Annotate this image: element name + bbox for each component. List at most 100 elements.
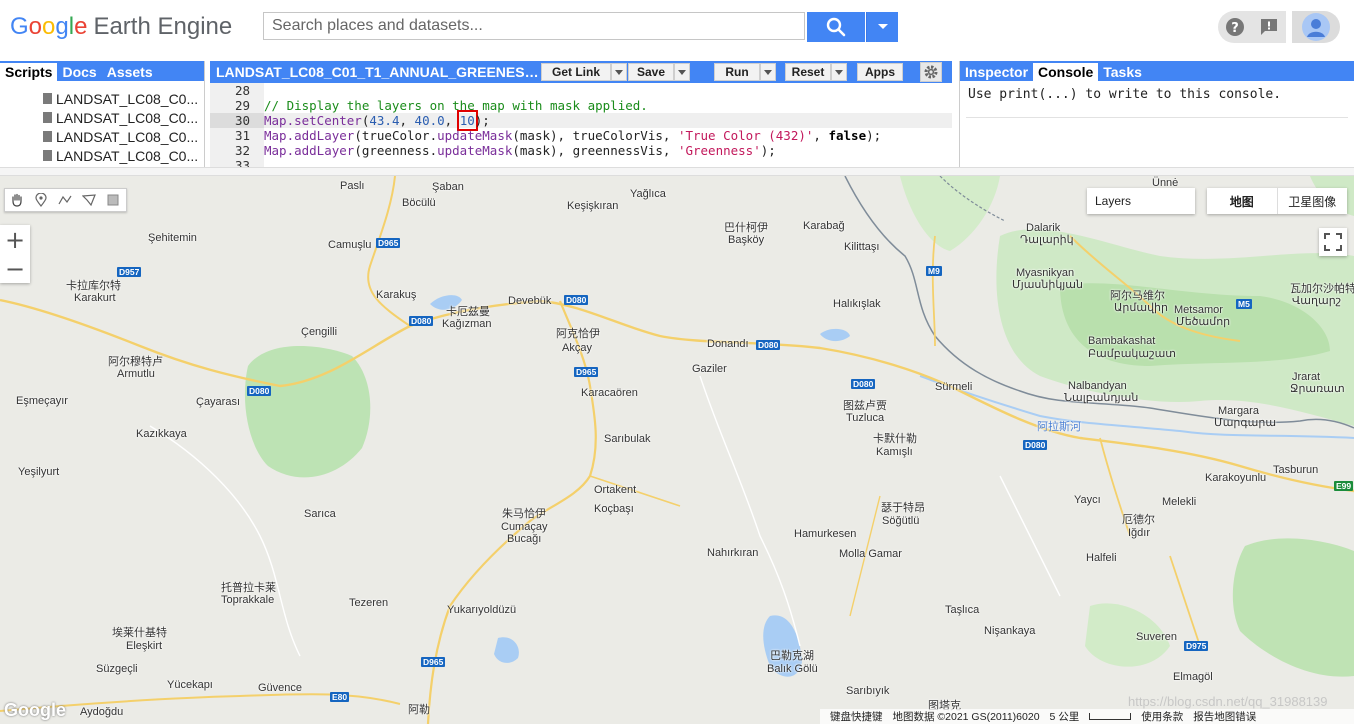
road-shield: D080 (1023, 440, 1048, 450)
code-token: , (399, 113, 415, 128)
place-label: Süzgeçli (96, 663, 138, 675)
code-line[interactable]: 31 Map.addLayer (trueColor. updateMask (mask… (210, 128, 952, 143)
tab-scripts[interactable]: Scripts (0, 63, 58, 81)
rectangle-tool-button[interactable] (101, 189, 125, 211)
place-label: Eşmeçayır (16, 395, 68, 407)
code-line[interactable]: 29// Display the layers on the map with … (210, 98, 952, 113)
search-button[interactable] (807, 12, 865, 42)
zoom-control: + − (0, 225, 30, 283)
place-label: Բամբակաշատ (1088, 348, 1177, 360)
search-dropdown-button[interactable] (866, 12, 898, 42)
place-label: Karakurt (74, 292, 116, 304)
code-token: 'Greenness' (677, 143, 761, 158)
polygon-tool-button[interactable] (77, 189, 101, 211)
place-label: Sarıca (304, 508, 336, 520)
terms-link[interactable]: 使用条款 (1141, 709, 1183, 724)
code-token: ); (866, 128, 882, 143)
script-item[interactable]: LANDSAT_LC08_C0... (0, 146, 203, 165)
road-shield: E80 (330, 692, 350, 702)
place-label: Aydoğdu (80, 706, 124, 718)
road-shield: E99 (1334, 481, 1354, 491)
place-label: Nişankaya (984, 625, 1036, 637)
logo-letter: e (74, 13, 88, 40)
keyboard-shortcuts-link[interactable]: 键盘快捷键 (830, 709, 883, 724)
chevron-down-icon (877, 24, 888, 29)
code-line[interactable]: 28 (210, 83, 952, 98)
line-tool-button[interactable] (53, 189, 77, 211)
green-area (1232, 538, 1354, 677)
save-button[interactable]: Save (628, 63, 674, 81)
place-label: Camuşlu (328, 239, 372, 251)
code-line[interactable]: 30 Map.setCenter(43.4, 40.0, 10); (210, 110, 952, 131)
place-label: Halfeli (1086, 552, 1117, 564)
place-label: Hamurkesen (794, 528, 857, 540)
tab-console[interactable]: Console (1033, 63, 1099, 81)
reset-dropdown[interactable] (831, 63, 847, 81)
report-error-link[interactable]: 报告地图错误 (1193, 709, 1256, 724)
feedback-button[interactable] (1252, 11, 1286, 43)
script-item[interactable]: LANDSAT_LC08_C0... (0, 108, 203, 127)
zoom-out-button[interactable]: − (0, 254, 30, 283)
place-label: Tezeren (349, 597, 389, 609)
place-label: Söğütlü (882, 515, 920, 527)
road (931, 235, 936, 347)
place-label: Iğdır (1128, 527, 1151, 539)
place-label: Molla Gamar (839, 548, 902, 560)
place-label: Toprakkale (221, 594, 275, 606)
script-item[interactable]: LANDSAT_LC08_C0... (0, 127, 203, 146)
code-token: (trueColor. (354, 128, 438, 143)
place-label: 阿勒 (408, 704, 430, 716)
map-type-map-button[interactable]: 地图 (1207, 188, 1278, 214)
code-editor[interactable]: 28 29// Display the layers on the map wit… (210, 83, 952, 169)
tab-inspector[interactable]: Inspector (960, 63, 1033, 81)
save-dropdown[interactable] (674, 63, 690, 81)
file-icon (43, 93, 52, 104)
road-shield: M9 (926, 266, 942, 276)
point-tool-button[interactable] (29, 189, 53, 211)
map-view[interactable]: Paslı Şaban Yağlıca Böcülü Keşişkıran 巴什柯伊 Baş… (0, 176, 1354, 724)
place-label: Մարգարա (1214, 417, 1277, 429)
place-label: 卡默什勒 (873, 433, 917, 445)
product-name: Earth Engine (93, 13, 233, 40)
file-icon (43, 150, 52, 161)
map-type-satellite-button[interactable]: 卫星图像 (1278, 188, 1348, 214)
script-item-label: LANDSAT_LC08_C0... (56, 90, 199, 107)
script-item[interactable]: LANDSAT_LC08_C0... (0, 89, 203, 108)
tab-docs[interactable]: Docs (57, 63, 101, 81)
place-label: 阿克恰伊 (556, 328, 600, 340)
editor-settings-button[interactable] (920, 62, 942, 82)
tab-assets[interactable]: Assets (102, 63, 158, 81)
code-line[interactable]: 32 Map.addLayer (greenness. updateMask (mask… (210, 143, 952, 158)
map-splitter[interactable] (0, 167, 1354, 176)
place-label: Koçbaşı (594, 503, 634, 515)
layers-button[interactable]: Layers (1087, 188, 1195, 214)
chevron-down-icon (764, 69, 772, 75)
avatar-icon (1302, 13, 1330, 41)
fullscreen-button[interactable] (1319, 228, 1347, 256)
run-dropdown[interactable] (760, 63, 776, 81)
run-button[interactable]: Run (714, 63, 760, 81)
place-label: Çayarası (196, 396, 241, 408)
zoom-in-button[interactable]: + (0, 225, 30, 254)
place-label: Çengilli (301, 326, 338, 338)
reset-button[interactable]: Reset (785, 63, 831, 81)
earth-engine-logo[interactable]: Google Earth Engine (10, 13, 232, 41)
scale-label: 5 公里 (1049, 711, 1080, 723)
get-link-dropdown[interactable] (611, 63, 627, 81)
place-label: Böcülü (402, 197, 436, 209)
place-label: Balık Gölü (767, 663, 818, 675)
tab-tasks[interactable]: Tasks (1098, 63, 1147, 81)
search-input[interactable] (263, 12, 805, 40)
apps-button[interactable]: Apps (857, 63, 903, 81)
help-button[interactable]: ? (1218, 11, 1252, 43)
place-label: Devebük (508, 295, 552, 307)
place-label: Karacaören (581, 387, 638, 399)
account-button[interactable] (1292, 11, 1340, 43)
get-link-button[interactable]: Get Link (541, 63, 611, 81)
place-label: Kağızman (442, 318, 492, 330)
place-label: Tuzluca (846, 412, 885, 424)
place-label: Sürmeli (935, 381, 973, 393)
pan-tool-button[interactable] (5, 189, 29, 211)
place-label: 瑟于特昂 (881, 502, 925, 514)
svg-text:?: ? (1231, 21, 1239, 36)
